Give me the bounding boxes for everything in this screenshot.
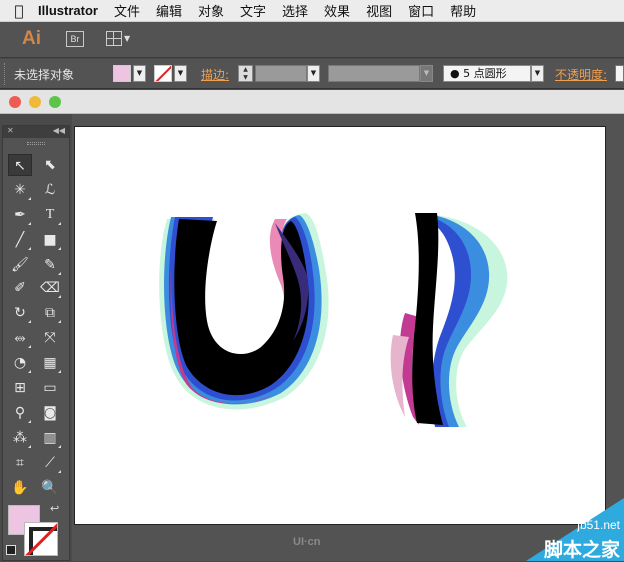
artboard-tool-icon[interactable]: ⌗ [8,452,32,474]
type-tool-icon[interactable]: T [38,204,62,226]
stroke-color-swatch[interactable] [154,65,172,82]
pencil-tool-icon[interactable]: ✎ [38,254,62,276]
document-title-bar [0,90,624,114]
shape-builder-tool-icon[interactable]: ◔ [8,352,32,374]
pen-tool-icon[interactable]: ✒ [8,204,32,226]
magic-wand-tool-icon[interactable]: ✳ [8,179,32,201]
site-name-watermark: 脚本之家 [543,539,620,561]
column-graph-tool-icon[interactable]: ▥ [38,427,62,449]
menu-select[interactable]: 选择 [282,1,308,20]
menu-edit[interactable]: 编辑 [156,1,182,20]
symbol-sprayer-tool-icon[interactable]: ⁂ [8,427,32,449]
hand-tool-icon[interactable]: ✋ [8,477,32,499]
brush-definition-label: 5 点圆形 [463,67,507,80]
panel-grip[interactable] [27,142,45,145]
free-transform-tool-icon[interactable]: ⤧ [38,327,62,349]
stroke-color-box[interactable] [24,522,58,556]
menu-help[interactable]: 帮助 [450,1,476,20]
ui-cn-watermark: UI·cn [293,536,321,548]
width-tool-icon[interactable]: ⥈ [8,327,32,349]
stroke-weight-dropdown-icon[interactable]: ▼ [307,65,320,82]
paintbrush-tool-icon[interactable]: 🖌 [8,254,32,276]
zoom-tool-icon[interactable]: 🔍 [38,477,62,499]
arrange-documents-icon[interactable] [106,31,122,46]
direct-selection-tool-icon[interactable]: ⬉ [38,154,62,176]
menu-file[interactable]: 文件 [114,1,140,20]
line-tool-icon[interactable]: ╱ [8,229,32,251]
blob-brush-tool-icon[interactable]: ✐ [8,277,32,299]
fill-dropdown-chevron-icon[interactable]: ▼ [133,65,146,82]
chevron-down-icon[interactable]: ▼ [124,34,130,43]
brush-definition-select[interactable]: ● 5 点圆形 [443,65,531,82]
stroke-weight-field[interactable] [255,65,307,82]
application-bar: Ai Br ▼ [0,22,624,58]
menu-view[interactable]: 视图 [366,1,392,20]
scale-tool-icon[interactable]: ⧉ [38,302,62,324]
eraser-tool-icon[interactable]: ⌫ [38,277,62,299]
menu-effect[interactable]: 效果 [324,1,350,20]
menu-object[interactable]: 对象 [198,1,224,20]
bridge-button[interactable]: Br [66,31,84,47]
opacity-label[interactable]: 不透明度: [555,66,607,83]
site-url-watermark: jb51.net [577,518,620,532]
close-window-button[interactable] [9,96,21,108]
selection-tool-icon[interactable]: ↖ [8,154,32,176]
menu-bar:  Illustrator 文件 编辑 对象 文字 选择 效果 视图 窗口 帮助 [0,0,624,22]
gradient-tool-icon[interactable]: ▭ [38,377,62,399]
apple-icon[interactable]:  [0,2,38,20]
panel-grip[interactable] [4,63,7,85]
menu-window[interactable]: 窗口 [408,1,434,20]
slice-tool-icon[interactable]: ⟋ [38,452,62,474]
close-panel-icon[interactable]: ✕ [7,126,14,135]
selection-status: 未选择对象 [14,68,75,82]
profile-dropdown-icon[interactable]: ▼ [420,65,433,82]
stroke-label[interactable]: 描边: [201,66,229,83]
zoom-window-button[interactable] [49,96,61,108]
minimize-window-button[interactable] [29,96,41,108]
swap-fill-stroke-icon[interactable]: ↩ [50,502,59,515]
stroke-weight-stepper[interactable]: ▲ ▼ [238,65,253,82]
fill-color-swatch[interactable] [113,65,131,82]
rotate-tool-icon[interactable]: ↻ [8,302,32,324]
mesh-tool-icon[interactable]: ⊞ [8,377,32,399]
eyedropper-tool-icon[interactable]: ⚲ [8,402,32,424]
app-menu[interactable]: Illustrator [38,3,98,18]
stroke-dropdown-chevron-icon[interactable]: ▼ [174,65,187,82]
brush-dropdown-icon[interactable]: ▼ [531,65,544,82]
rectangle-tool-icon[interactable]: ■ [38,229,62,251]
collapse-panel-icon[interactable]: ◀◀ [53,126,65,135]
lasso-tool-icon[interactable]: ℒ [38,179,62,201]
tools-panel-header[interactable]: ✕ ◀◀ [3,126,69,138]
artboard[interactable] [74,126,606,525]
perspective-grid-tool-icon[interactable]: ▦ [38,352,62,374]
artwork-ul-letters[interactable] [75,127,607,526]
ai-logo: Ai [22,28,41,49]
blend-tool-icon[interactable]: ◙ [38,402,62,424]
opacity-field[interactable] [615,65,624,82]
menu-type[interactable]: 文字 [240,1,266,20]
default-fill-stroke-icon[interactable] [6,545,16,555]
variable-width-profile-select[interactable] [328,65,420,82]
